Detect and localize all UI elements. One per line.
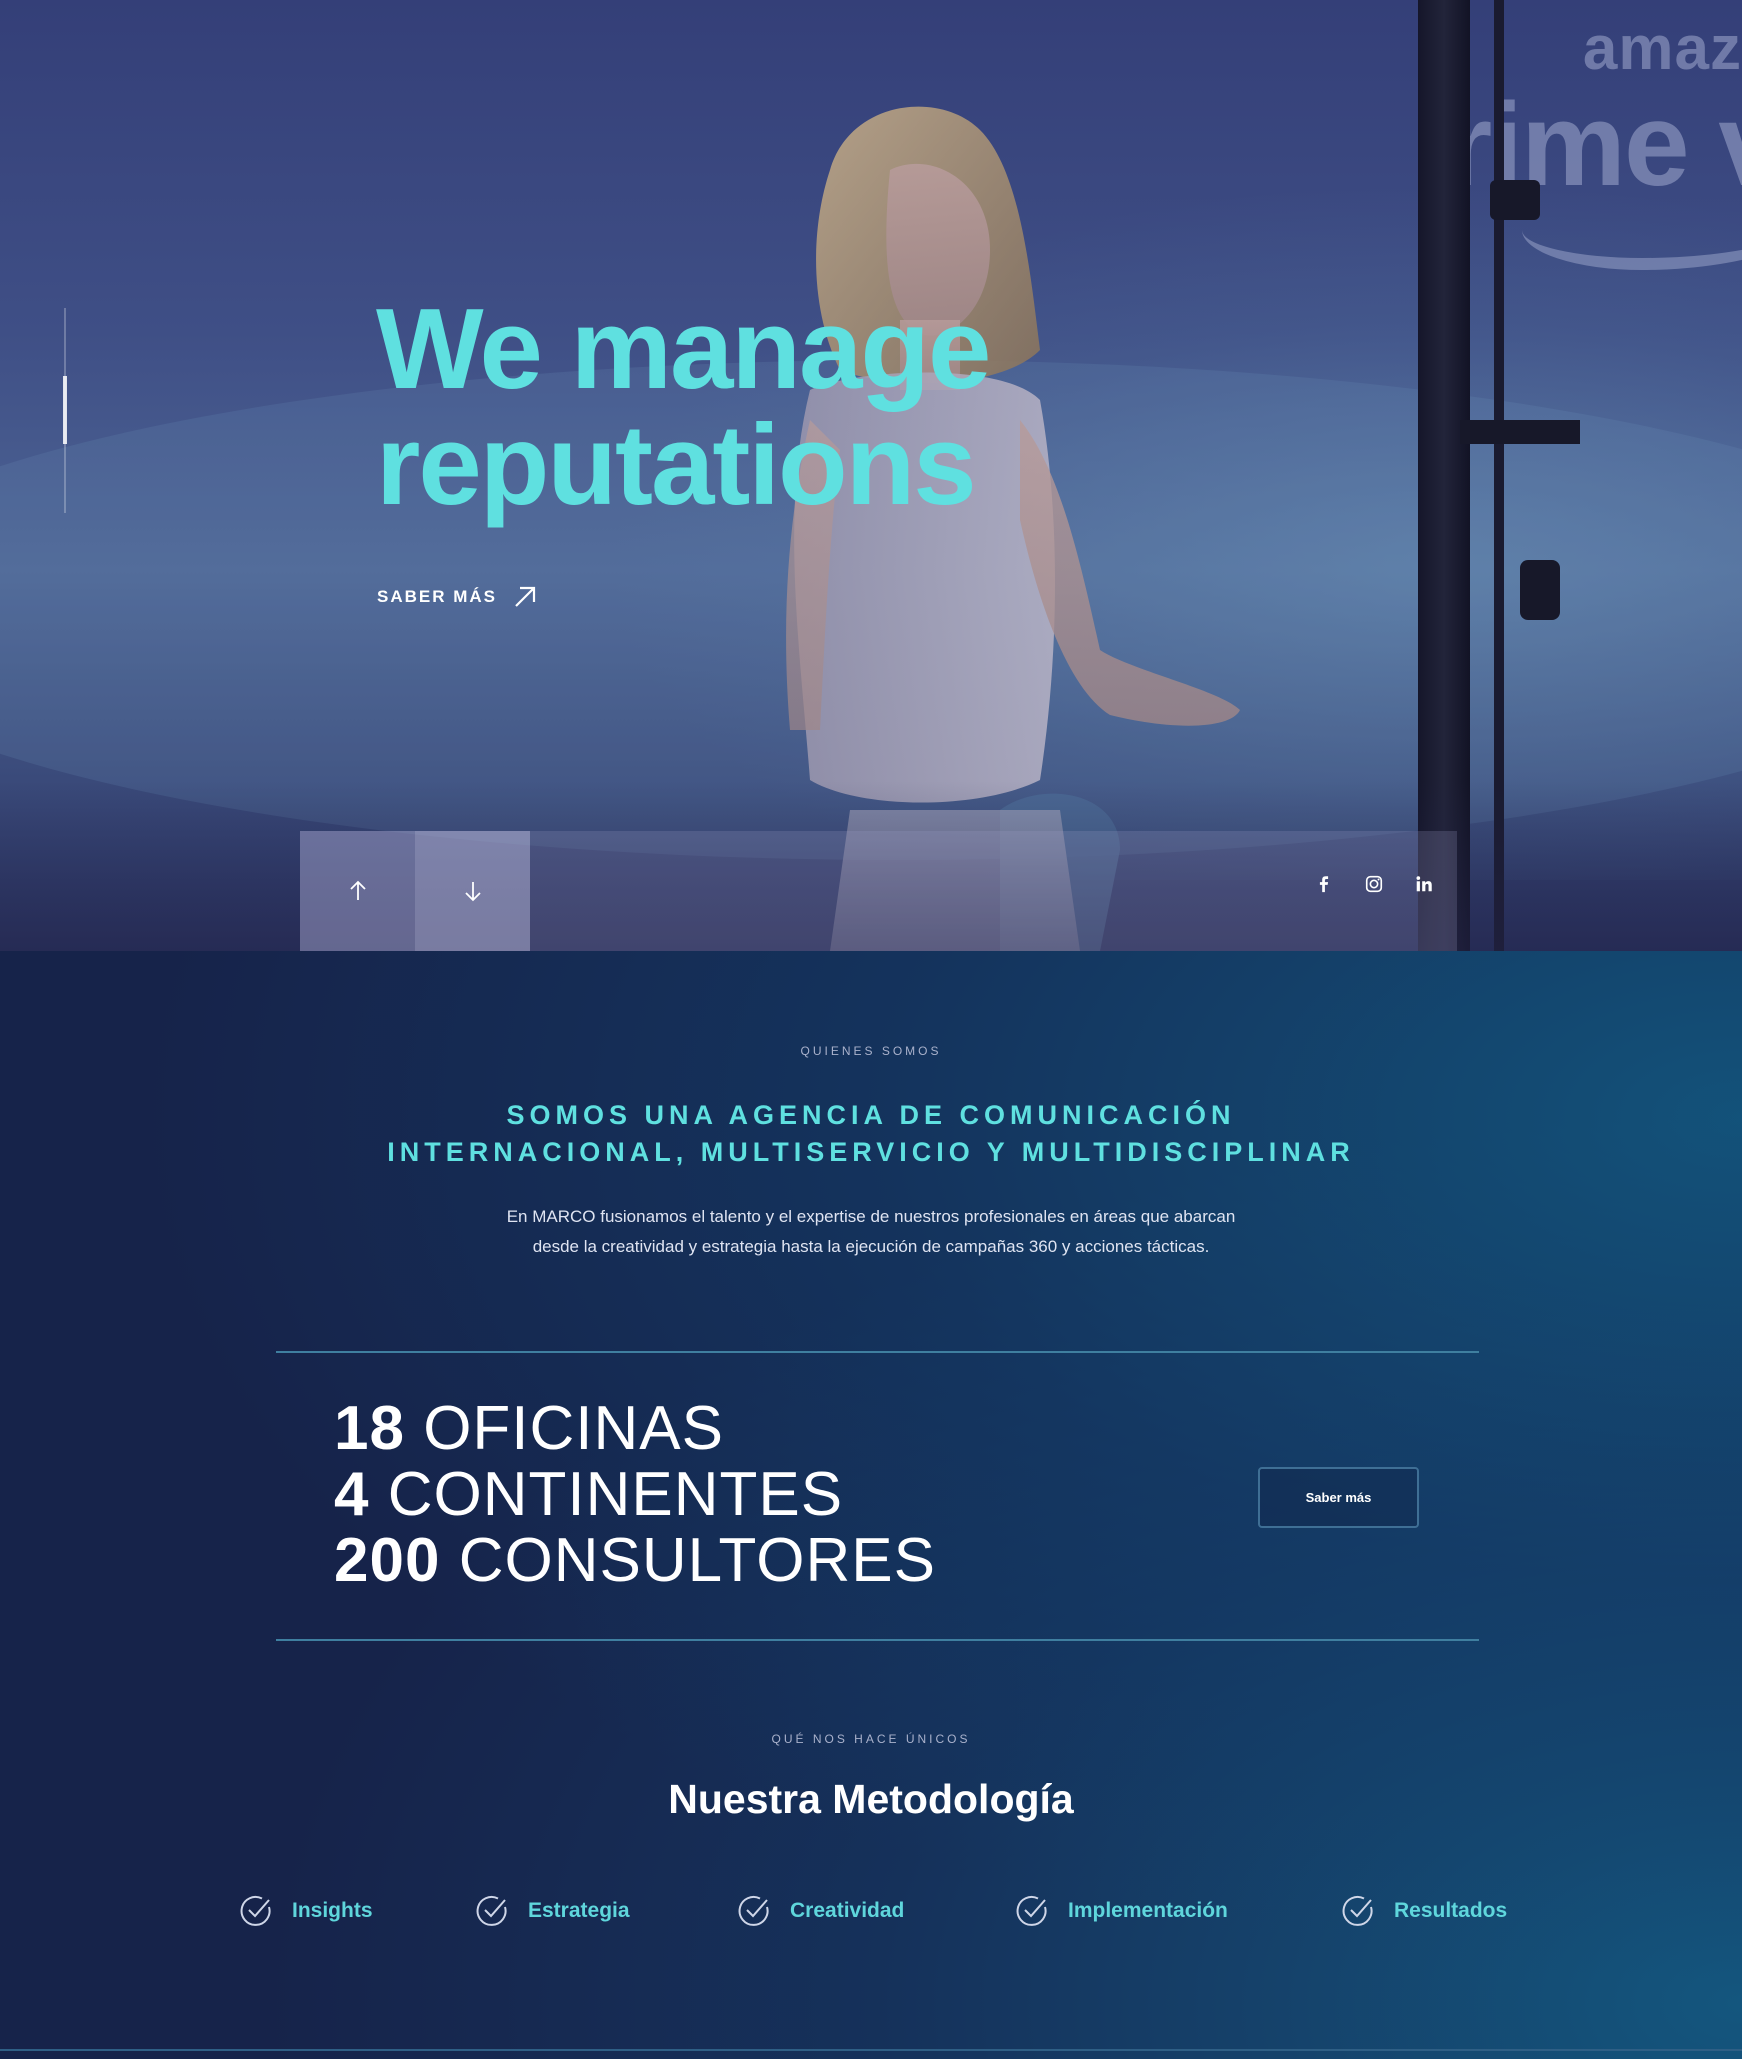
methodology-item-implementacion[interactable]: Implementación: [1014, 1893, 1228, 1929]
about-heading-line-2: INTERNACIONAL, MULTISERVICIO Y MULTIDISC…: [387, 1137, 1355, 1167]
arrow-up-right-icon: [515, 586, 536, 607]
methodology-title: Nuestra Metodología: [668, 1776, 1074, 1822]
stats-block: 18 OFICINAS 4 CONTINENTES 200 CONSULTORE…: [334, 1396, 936, 1594]
section-divider-bottom: [0, 2049, 1742, 2051]
check-circle-icon: [738, 1895, 769, 1926]
backdrop-smile-logo: [1522, 170, 1742, 270]
facebook-icon[interactable]: [1313, 873, 1335, 895]
methodology-label: Estrategia: [528, 1899, 630, 1922]
check-circle-icon: [1342, 1895, 1373, 1926]
stat-label: CONSULTORES: [458, 1526, 936, 1595]
stat-number: 18: [334, 1394, 405, 1463]
check-circle-icon: [476, 1895, 507, 1926]
saber-mas-link[interactable]: SABER MÁS: [377, 583, 539, 611]
about-eyebrow: QUIENES SOMOS: [800, 1044, 942, 1058]
check-circle-icon: [1016, 1895, 1047, 1926]
hero-title-line-2: reputations: [376, 402, 977, 529]
stage-pole-bracket: [1460, 420, 1580, 444]
instagram-icon[interactable]: [1363, 873, 1385, 895]
methodology-list: Insights Estrategia Creatividad Implemen…: [0, 1893, 1742, 1937]
stat-number: 4: [334, 1460, 370, 1529]
methodology-label: Insights: [292, 1899, 373, 1922]
methodology-eyebrow: QUÉ NOS HACE ÚNICOS: [771, 1732, 971, 1746]
about-section: QUIENES SOMOS SOMOS UNA AGENCIA DE COMUN…: [0, 951, 1742, 2059]
arrow-up-icon: [349, 880, 366, 900]
about-heading-line-1: SOMOS UNA AGENCIA DE COMUNICACIÓN: [506, 1100, 1236, 1130]
social-links: [1313, 873, 1435, 895]
methodology-label: Creatividad: [790, 1899, 905, 1922]
hero-section: amaz rime v: [0, 0, 1742, 951]
check-circle-icon: [240, 1895, 271, 1926]
about-description-line-2: desde la creatividad y estrategia hasta …: [532, 1237, 1210, 1256]
hero-title: We manage reputations: [376, 292, 1176, 524]
about-description: En MARCO fusionamos el talento y el expe…: [0, 1202, 1742, 1262]
stat-consultants: 200 CONSULTORES: [334, 1528, 936, 1594]
methodology-label: Resultados: [1394, 1899, 1508, 1922]
saber-mas-button[interactable]: Saber más: [1258, 1467, 1419, 1528]
about-heading: SOMOS UNA AGENCIA DE COMUNICACIÓN INTERN…: [0, 1097, 1742, 1171]
methodology-label: Implementación: [1068, 1899, 1228, 1922]
stage-pole-clamp: [1520, 560, 1560, 620]
hero-control-bar: [300, 831, 1457, 951]
previous-slide-button[interactable]: [300, 831, 415, 951]
stat-offices: 18 OFICINAS: [334, 1396, 936, 1462]
stat-label: OFICINAS: [423, 1394, 725, 1463]
hero-title-line-1: We manage: [376, 286, 991, 413]
slide-indicator-active[interactable]: [63, 376, 67, 444]
saber-mas-label: SABER MÁS: [377, 587, 498, 606]
stats-divider-bottom: [276, 1639, 1479, 1641]
arrow-down-icon: [464, 882, 481, 902]
linkedin-icon[interactable]: [1413, 873, 1435, 895]
methodology-item-insights[interactable]: Insights: [238, 1893, 373, 1929]
methodology-item-estrategia[interactable]: Estrategia: [474, 1893, 630, 1929]
methodology-item-resultados[interactable]: Resultados: [1340, 1893, 1507, 1929]
stat-label: CONTINENTES: [387, 1460, 844, 1529]
next-slide-button[interactable]: [415, 831, 530, 951]
stat-continents: 4 CONTINENTES: [334, 1462, 936, 1528]
stage-pole-clamp-top: [1490, 180, 1540, 220]
about-description-line-1: En MARCO fusionamos el talento y el expe…: [506, 1207, 1236, 1226]
stat-number: 200: [334, 1526, 441, 1595]
stats-divider-top: [276, 1351, 1479, 1353]
backdrop-text-top: amaz: [1582, 14, 1742, 83]
methodology-item-creatividad[interactable]: Creatividad: [736, 1893, 904, 1929]
